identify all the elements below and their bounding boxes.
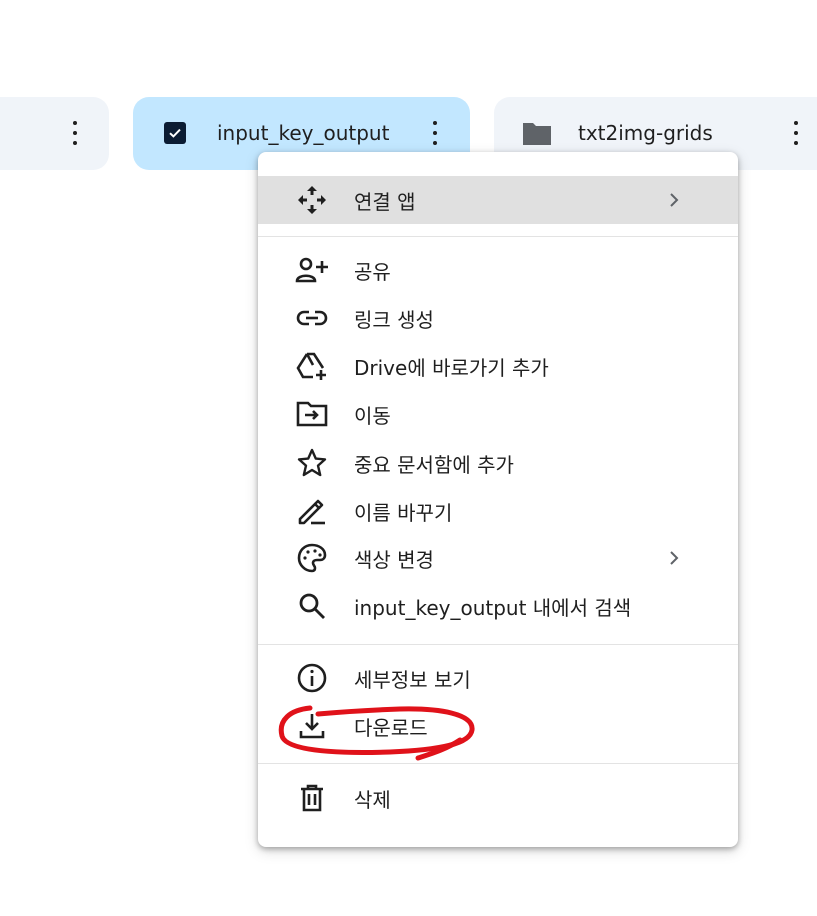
folder-name: txt2img-grids [578,121,713,145]
folder-name: input_key_output [217,121,390,145]
menu-item-label: 연결 앱 [354,189,416,214]
folder-icon [521,121,553,151]
drive-shortcut-add-icon [294,348,330,384]
folder-card-partial[interactable] [0,97,109,170]
menu-divider [258,763,738,764]
context-menu: 연결 앱 공유 링크 생성 Drive에 바로가기 추가 이동 중요 문서함에 … [258,152,738,847]
more-actions-icon[interactable] [792,121,800,145]
menu-item-copy-link[interactable]: 링크 생성 [258,294,738,342]
download-icon [294,708,330,744]
person-add-icon [294,252,330,288]
menu-item-move[interactable]: 이동 [258,390,738,438]
checkbox-checked-icon[interactable] [164,122,186,144]
info-icon [294,660,330,696]
more-actions-icon[interactable] [71,121,79,145]
menu-item-label: 이동 [354,403,391,428]
menu-item-label: 중요 문서함에 추가 [354,452,514,477]
folder-move-icon [294,396,330,432]
more-actions-icon[interactable] [431,121,439,145]
palette-icon [294,540,330,576]
chevron-right-icon [664,190,684,210]
menu-divider [258,644,738,645]
chevron-right-icon [664,548,684,568]
menu-item-label: 세부정보 보기 [354,667,471,692]
menu-item-label: 색상 변경 [354,547,434,572]
star-icon [294,445,330,481]
menu-item-change-color[interactable]: 색상 변경 [258,534,738,582]
menu-item-label: 이름 바꾸기 [354,500,453,525]
menu-item-search-within[interactable]: input_key_output 내에서 검색 [258,582,738,630]
menu-item-label: 다운로드 [354,715,428,740]
menu-item-label: 링크 생성 [354,307,434,332]
menu-item-rename[interactable]: 이름 바꾸기 [258,487,738,535]
menu-item-details[interactable]: 세부정보 보기 [258,654,738,702]
drive-page: input_key_output txt2img-grids 연결 앱 공유 링… [0,0,817,916]
open-with-icon [294,182,330,218]
menu-item-label: 삭제 [354,787,391,812]
link-icon [294,300,330,336]
menu-item-label: Drive에 바로가기 추가 [354,355,549,380]
menu-item-download[interactable]: 다운로드 [258,702,738,750]
menu-item-label: input_key_output 내에서 검색 [354,595,632,620]
edit-icon [294,493,330,529]
menu-item-label: 공유 [354,259,391,284]
menu-divider [258,236,738,237]
trash-icon [294,780,330,816]
search-icon [294,588,330,624]
menu-item-star[interactable]: 중요 문서함에 추가 [258,439,738,487]
menu-item-open-with[interactable]: 연결 앱 [258,176,738,224]
menu-item-add-shortcut[interactable]: Drive에 바로가기 추가 [258,342,738,390]
menu-item-delete[interactable]: 삭제 [258,774,738,822]
menu-item-share[interactable]: 공유 [258,246,738,294]
